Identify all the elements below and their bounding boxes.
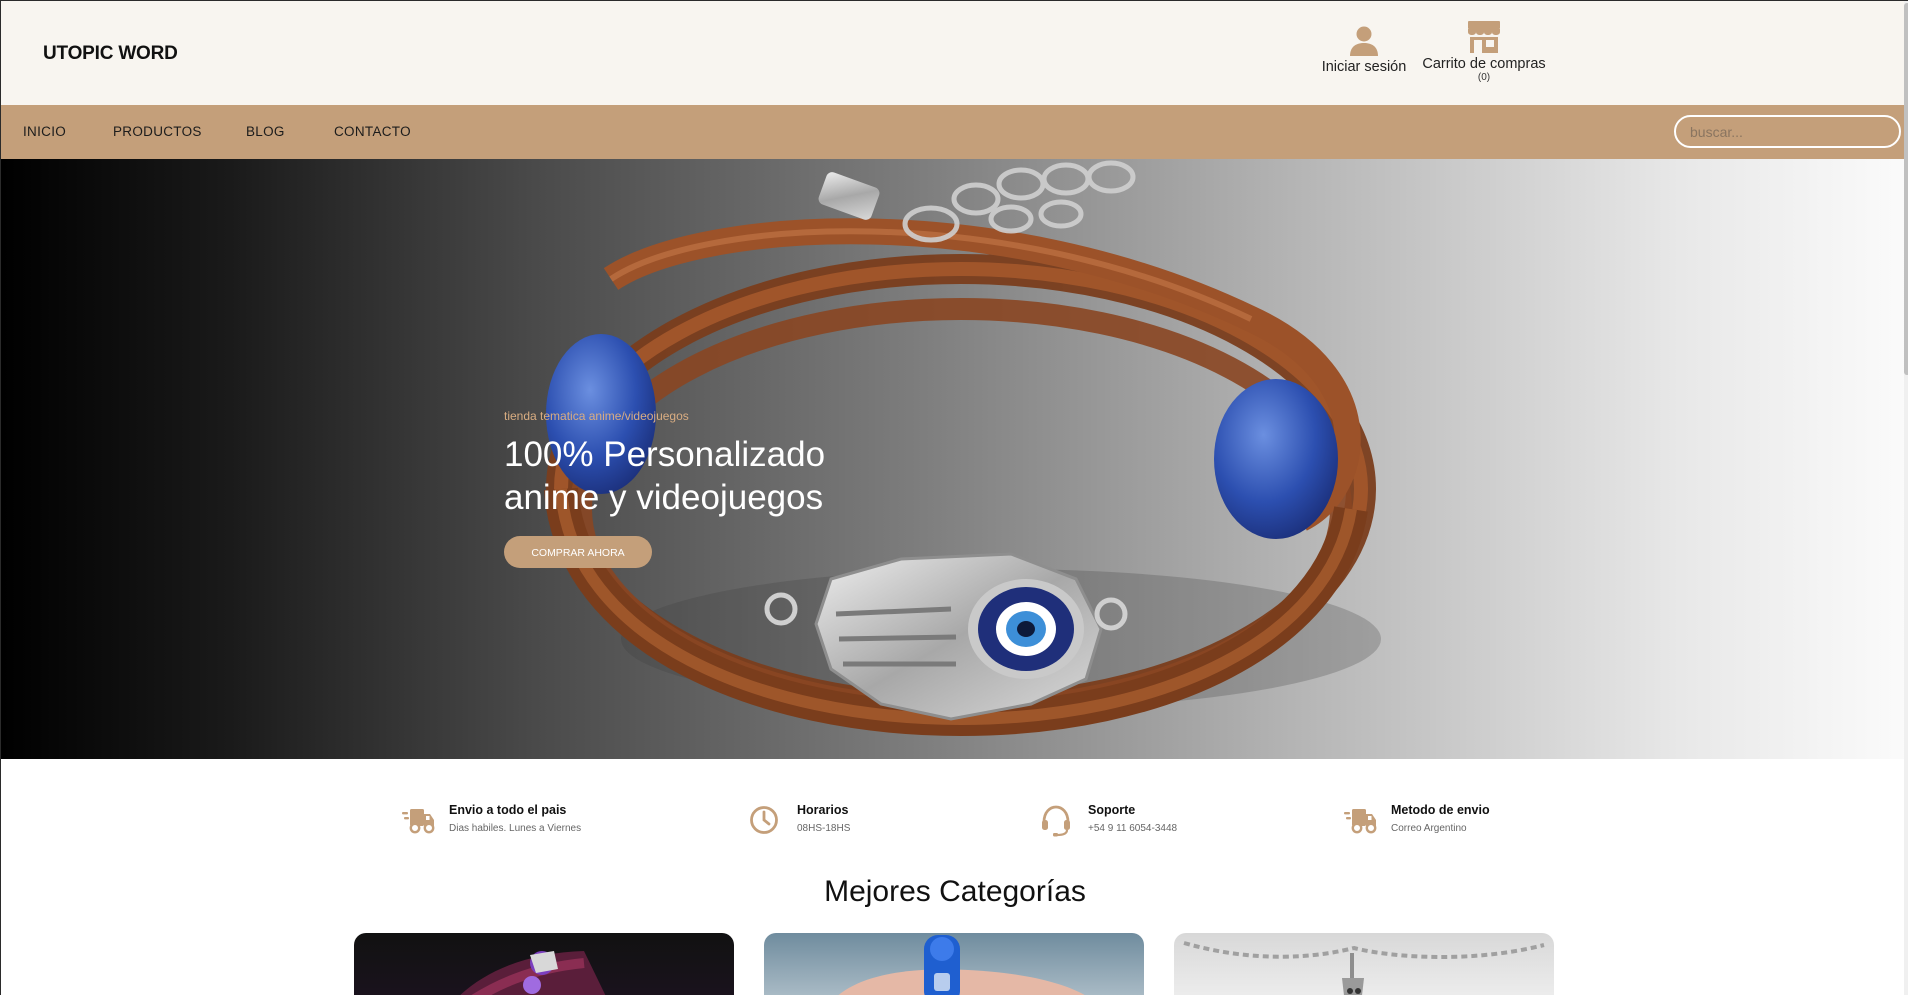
search-input[interactable] <box>1674 115 1901 148</box>
hero-bracelet-image <box>544 160 1381 737</box>
login-button[interactable]: Iniciar sesión <box>1321 25 1407 75</box>
nav-item-productos[interactable]: PRODUCTOS <box>113 124 202 139</box>
user-icon <box>1350 26 1378 56</box>
brand-logo[interactable]: UTOPIC WORD <box>43 43 178 65</box>
feature-title: Soporte <box>1088 803 1136 817</box>
categories-title: Mejores Categorías <box>824 875 1086 908</box>
nav-item-inicio[interactable]: INICIO <box>23 124 66 139</box>
cart-button[interactable]: Carrito de compras (0) <box>1421 20 1547 83</box>
feature-title: Metodo de envio <box>1391 803 1490 817</box>
hero-title-line-2: anime y videojuegos <box>504 478 824 517</box>
scrollbar-thumb[interactable] <box>1904 3 1908 375</box>
clock-icon <box>750 806 778 834</box>
category-image <box>1183 941 1545 995</box>
truck-icon <box>1344 809 1377 834</box>
feature-subtitle: Correo Argentino <box>1391 823 1467 834</box>
hero-title: 100% Personalizado anime y videojuegos <box>504 433 904 519</box>
store-icon <box>1468 21 1500 53</box>
main-nav: INICIO PRODUCTOS BLOG CONTACTO <box>1 105 1908 159</box>
category-image <box>460 951 606 995</box>
feature-title: Envio a todo el pais <box>449 803 567 817</box>
login-label: Iniciar sesión <box>1321 59 1407 75</box>
nav-item-contacto[interactable]: CONTACTO <box>334 124 411 139</box>
buy-now-button[interactable]: COMPRAR AHORA <box>504 536 652 568</box>
feature-subtitle: 08HS-18HS <box>797 823 851 834</box>
hero-kicker: tienda tematica anime/videojuegos <box>504 409 689 423</box>
page-frame: UTOPIC WORD Iniciar sesión Carrito de co… <box>0 0 1908 995</box>
cart-label: Carrito de compras <box>1422 56 1546 72</box>
nav-item-blog[interactable]: BLOG <box>246 124 285 139</box>
feature-title: Horarios <box>797 803 849 817</box>
category-card-1[interactable] <box>354 933 734 995</box>
scrollbar-track[interactable] <box>1904 1 1908 995</box>
top-header: UTOPIC WORD Iniciar sesión Carrito de co… <box>1 1 1908 105</box>
hero-title-line-1: 100% Personalizado <box>504 435 826 474</box>
truck-icon <box>402 809 435 834</box>
category-card-2[interactable] <box>764 933 1144 995</box>
feature-subtitle: Dias habiles. Lunes a Viernes <box>449 823 582 834</box>
category-image <box>838 935 1085 995</box>
cart-count: (0) <box>1477 72 1491 83</box>
category-card-3[interactable] <box>1174 933 1554 995</box>
headset-icon <box>1042 805 1070 837</box>
feature-subtitle: +54 9 11 6054-3448 <box>1088 823 1178 834</box>
hero-banner: tienda tematica anime/videojuegos 100% P… <box>1 159 1908 759</box>
